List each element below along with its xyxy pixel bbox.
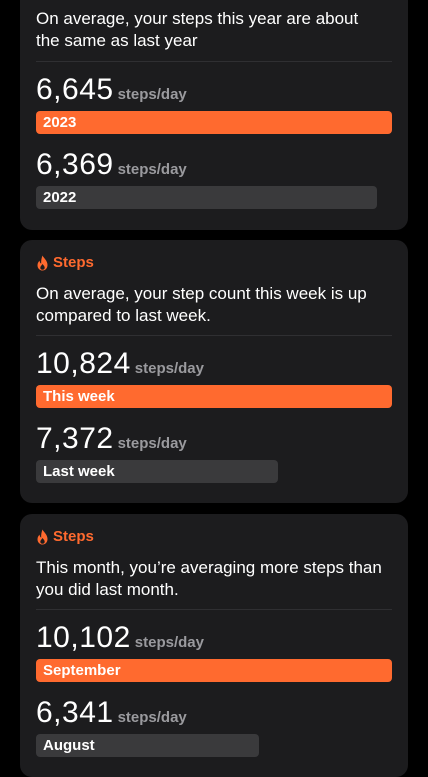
card-description: This month, you’re averaging more steps …: [36, 558, 382, 599]
current-metric: 10,102 steps/day: [36, 621, 204, 655]
previous-bar-label: 2022: [43, 189, 77, 206]
previous-bar: Last week: [36, 460, 278, 483]
previous-value: 6,341: [36, 696, 114, 729]
previous-bar-label: August: [43, 737, 95, 754]
current-bar: September: [36, 659, 392, 682]
card-description: On average, your steps this year are abo…: [36, 9, 359, 50]
divider: [36, 61, 392, 62]
divider: [36, 335, 392, 336]
current-unit: steps/day: [117, 86, 187, 103]
previous-bar: August: [36, 734, 259, 757]
flame-icon: [37, 529, 48, 544]
previous-value: 6,369: [36, 148, 114, 181]
current-value: 10,102: [36, 621, 131, 654]
card-week-comparison[interactable]: Steps On average, your step count this w…: [20, 240, 408, 503]
card-header: Steps: [36, 528, 94, 545]
current-unit: steps/day: [134, 360, 204, 377]
card-header-label: Steps: [53, 254, 94, 271]
current-unit: steps/day: [134, 634, 204, 651]
card-year-comparison[interactable]: On average, your steps this year are abo…: [20, 0, 408, 230]
current-bar: 2023: [36, 111, 392, 134]
card-header: Steps: [36, 254, 94, 271]
current-metric: 6,645 steps/day: [36, 73, 187, 107]
previous-bar-label: Last week: [43, 463, 115, 480]
previous-unit: steps/day: [117, 161, 187, 178]
previous-metric: 7,372 steps/day: [36, 422, 187, 456]
divider: [36, 609, 392, 610]
current-value: 6,645: [36, 73, 114, 106]
current-bar-label: September: [43, 662, 121, 679]
previous-unit: steps/day: [117, 709, 187, 726]
previous-value: 7,372: [36, 422, 114, 455]
previous-bar: 2022: [36, 186, 377, 209]
flame-icon: [37, 255, 48, 270]
previous-unit: steps/day: [117, 435, 187, 452]
previous-metric: 6,369 steps/day: [36, 148, 187, 182]
current-bar-label: This week: [43, 388, 115, 405]
card-description: On average, your step count this week is…: [36, 284, 367, 325]
current-bar: This week: [36, 385, 392, 408]
current-value: 10,824: [36, 347, 131, 380]
current-bar-label: 2023: [43, 114, 77, 131]
current-metric: 10,824 steps/day: [36, 347, 204, 381]
card-month-comparison[interactable]: Steps This month, you’re averaging more …: [20, 514, 408, 777]
previous-metric: 6,341 steps/day: [36, 696, 187, 730]
card-header-label: Steps: [53, 528, 94, 545]
